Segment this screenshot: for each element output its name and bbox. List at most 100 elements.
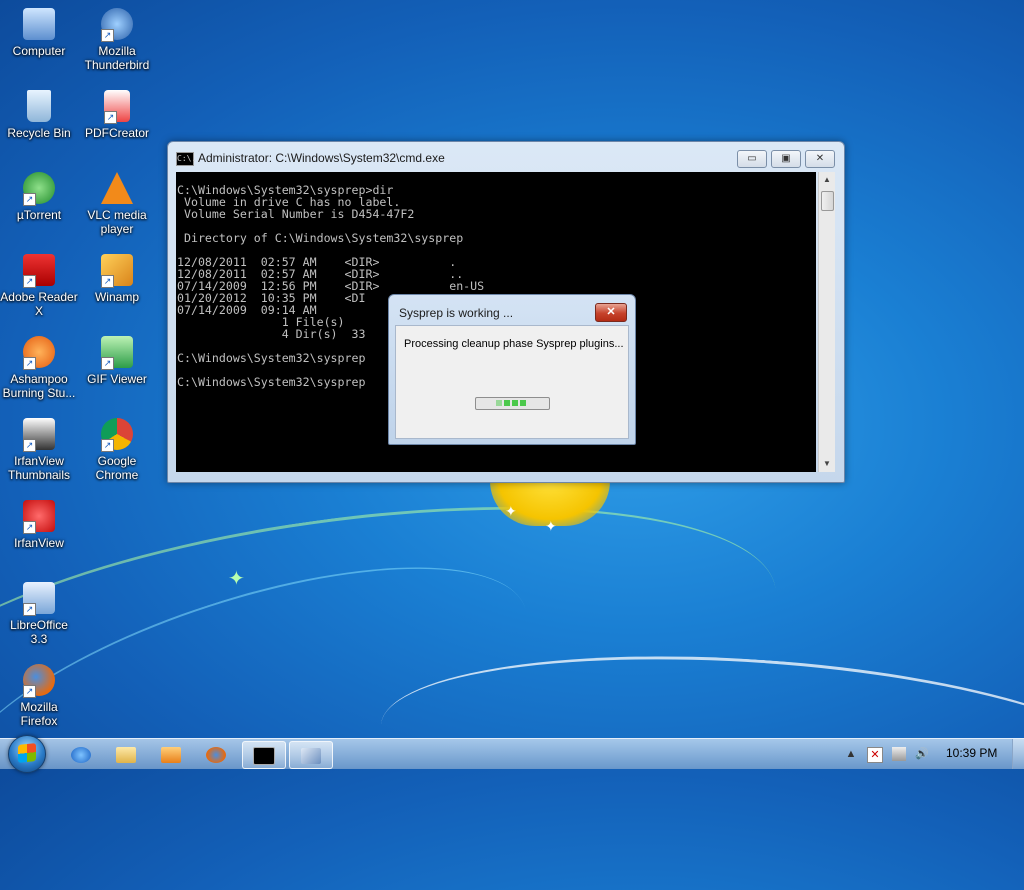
firefox-icon: ↗ xyxy=(23,664,55,698)
desktop-icon-label: Winamp xyxy=(94,290,139,304)
desktop-icon-label: Computer xyxy=(12,44,66,58)
desktop-icon-chrome[interactable]: ↗ Google Chrome xyxy=(78,418,156,482)
cmd-titlebar[interactable]: C:\. Administrator: C:\Windows\System32\c… xyxy=(176,151,445,166)
desktop-icon-ashampoo[interactable]: ↗ Ashampoo Burning Stu... xyxy=(0,336,78,400)
desktop-icon-label: µTorrent xyxy=(16,208,62,222)
shortcut-arrow-icon: ↗ xyxy=(101,439,114,452)
desktop-icon-vlc[interactable]: VLC media player xyxy=(78,172,156,236)
volume-icon[interactable]: 🔊 xyxy=(915,747,929,761)
windows-logo-icon xyxy=(18,743,36,763)
folder-icon xyxy=(116,747,136,764)
wallpaper-sparkle: ✦ xyxy=(505,503,517,519)
desktop-icon-label: VLC media player xyxy=(87,208,147,236)
pdfcreator-icon: ↗ xyxy=(104,90,130,124)
clock[interactable]: 10:39 PM xyxy=(946,746,997,760)
taskbar-sysprep[interactable] xyxy=(289,741,333,769)
desktop-icon-label: Google Chrome xyxy=(95,454,139,482)
gif-viewer-icon: ↗ xyxy=(101,336,133,370)
progress-segment xyxy=(512,400,518,406)
internet-explorer-icon xyxy=(71,747,91,764)
shortcut-arrow-icon: ↗ xyxy=(101,29,114,42)
desktop-icon-label: PDFCreator xyxy=(84,126,149,140)
show-desktop-button[interactable] xyxy=(1012,739,1024,769)
shortcut-arrow-icon: ↗ xyxy=(23,521,36,534)
dialog-body: Processing cleanup phase Sysprep plugins… xyxy=(395,325,629,439)
desktop-icon-libreoffice[interactable]: ↗ LibreOffice 3.3 xyxy=(0,582,78,646)
shortcut-arrow-icon: ↗ xyxy=(104,111,117,124)
desktop-icon-label: GIF Viewer xyxy=(87,372,147,386)
desktop-icon-irfanview-thumbnails[interactable]: ↗ IrfanView Thumbnails xyxy=(0,418,78,482)
desktop-icon-thunderbird[interactable]: ↗ Mozilla Thunderbird xyxy=(78,8,156,72)
shortcut-arrow-icon: ↗ xyxy=(23,357,36,370)
vlc-cone-icon xyxy=(101,172,133,204)
desktop-icon-winamp[interactable]: ↗ Winamp xyxy=(78,254,156,304)
progress-segment xyxy=(496,400,502,406)
recycle-bin-icon xyxy=(27,90,51,122)
taskbar-internet-explorer[interactable] xyxy=(60,741,102,767)
sysprep-icon xyxy=(301,748,321,765)
desktop-icon-utorrent[interactable]: ↗ µTorrent xyxy=(0,172,78,222)
close-button[interactable]: ✕ xyxy=(805,150,835,168)
marquee-progress-bar xyxy=(475,397,550,410)
dialog-close-button[interactable]: ✕ xyxy=(595,303,627,322)
cmd-title: Administrator: C:\Windows\System32\cmd.e… xyxy=(198,151,445,165)
vertical-scrollbar[interactable]: ▲ ▼ xyxy=(818,172,835,472)
desktop-icon-label: Mozilla Firefox xyxy=(20,700,58,728)
desktop-icon-firefox[interactable]: ↗ Mozilla Firefox xyxy=(0,664,78,728)
desktop-icon-label: LibreOffice 3.3 xyxy=(10,618,68,646)
desktop-icon-label: Mozilla Thunderbird xyxy=(84,44,150,72)
action-center-icon[interactable]: ✕ xyxy=(867,747,883,763)
desktop-icon-irfanview[interactable]: ↗ IrfanView xyxy=(0,500,78,550)
thunderbird-icon: ↗ xyxy=(101,8,133,42)
desktop-icon-recycle-bin[interactable]: Recycle Bin xyxy=(0,90,78,140)
progress-segment xyxy=(520,400,526,406)
taskbar: ▲ ✕ 🔊 10:39 PM xyxy=(0,735,1024,773)
adobe-reader-icon: ↗ xyxy=(23,254,55,288)
ashampoo-icon: ↗ xyxy=(23,336,55,370)
shortcut-arrow-icon: ↗ xyxy=(101,357,114,370)
irfanview-panda-icon: ↗ xyxy=(23,418,55,452)
shortcut-arrow-icon: ↗ xyxy=(23,275,36,288)
cmd-icon xyxy=(253,747,275,766)
minimize-button[interactable]: ▭ xyxy=(737,150,767,168)
dialog-title: Sysprep is working ... xyxy=(399,306,514,320)
scroll-up-arrow-icon[interactable]: ▲ xyxy=(819,172,835,188)
desktop-icon-label: Recycle Bin xyxy=(7,126,71,140)
libreoffice-icon: ↗ xyxy=(23,582,55,616)
taskbar-cmd[interactable] xyxy=(242,741,286,769)
desktop-icon-label: Ashampoo Burning Stu... xyxy=(2,372,76,400)
computer-icon xyxy=(23,8,55,40)
shortcut-arrow-icon: ↗ xyxy=(23,603,36,616)
sysprep-dialog[interactable]: Sysprep is working ... ✕ Processing clea… xyxy=(388,294,636,445)
desktop-icon-pdfcreator[interactable]: ↗ PDFCreator xyxy=(78,90,156,140)
cmd-icon: C:\. xyxy=(176,151,196,166)
dialog-message: Processing cleanup phase Sysprep plugins… xyxy=(404,338,624,350)
media-player-icon xyxy=(161,747,181,764)
maximize-button[interactable]: ▣ xyxy=(771,150,801,168)
taskbar-firefox[interactable] xyxy=(195,741,237,767)
wallpaper-sparkle: ✦ xyxy=(228,568,245,590)
utorrent-icon: ↗ xyxy=(23,172,55,206)
chrome-icon: ↗ xyxy=(101,418,133,452)
taskbar-windows-explorer[interactable] xyxy=(105,741,147,767)
desktop-icon-gif-viewer[interactable]: ↗ GIF Viewer xyxy=(78,336,156,386)
wallpaper-sparkle: ✦ xyxy=(545,518,557,534)
progress-segment xyxy=(504,400,510,406)
shortcut-arrow-icon: ↗ xyxy=(23,685,36,698)
winamp-icon: ↗ xyxy=(101,254,133,288)
shortcut-arrow-icon: ↗ xyxy=(23,193,36,206)
scrollbar-thumb[interactable] xyxy=(821,191,834,211)
desktop-icon-label: Adobe Reader X xyxy=(0,290,78,318)
irfanview-icon: ↗ xyxy=(23,500,55,534)
desktop-icon-label: IrfanView Thumbnails xyxy=(7,454,71,482)
desktop-icon-computer[interactable]: Computer xyxy=(0,8,78,58)
network-icon[interactable] xyxy=(892,747,906,761)
desktop-icon-adobe-reader[interactable]: ↗ Adobe Reader X xyxy=(0,254,78,318)
taskbar-media-player[interactable] xyxy=(150,741,192,767)
show-hidden-icons-button[interactable]: ▲ xyxy=(844,747,858,761)
shortcut-arrow-icon: ↗ xyxy=(23,439,36,452)
desktop-icon-label: IrfanView xyxy=(14,536,64,550)
scroll-down-arrow-icon[interactable]: ▼ xyxy=(819,456,835,472)
shortcut-arrow-icon: ↗ xyxy=(101,275,114,288)
start-button[interactable] xyxy=(8,735,46,773)
